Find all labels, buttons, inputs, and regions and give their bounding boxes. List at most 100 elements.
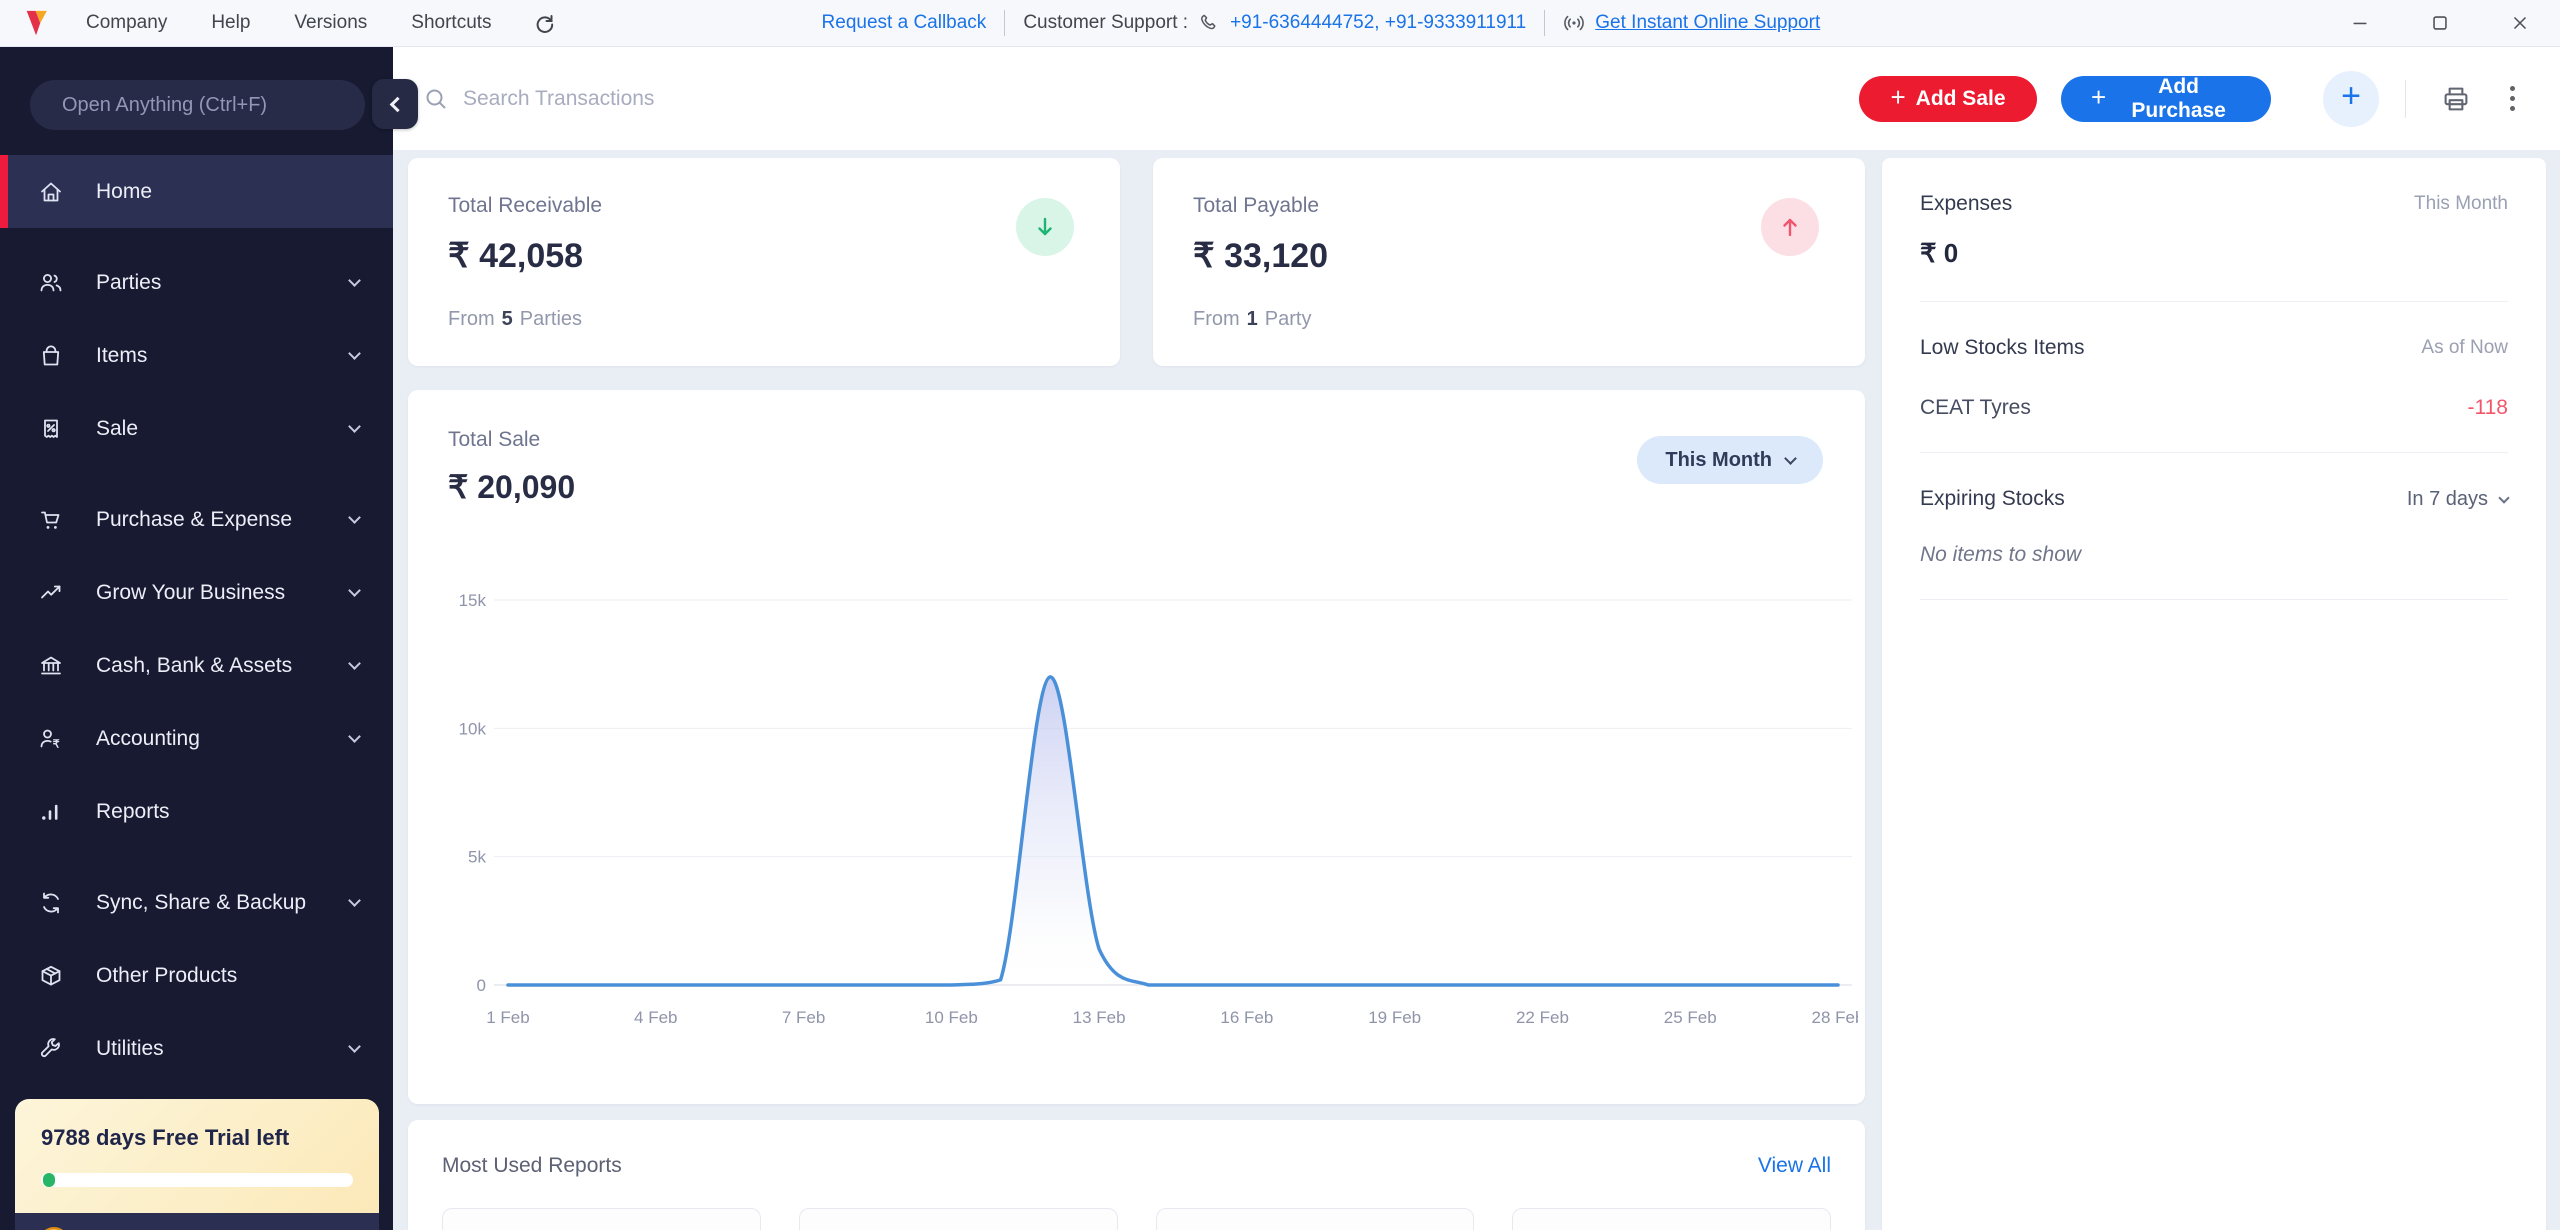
add-purchase-label: Add Purchase [2131,74,2226,122]
refresh-button[interactable] [532,11,556,35]
low-stock-title: Low Stocks Items [1920,336,2085,359]
total-receivable-card[interactable]: Total Receivable ₹ 42,058 From 5 Parties [408,158,1120,366]
menu-versions[interactable]: Versions [294,12,367,34]
maximize-button[interactable] [2400,0,2480,46]
expiring-stock-title: Expiring Stocks [1920,487,2065,510]
svg-text:1 Feb: 1 Feb [486,1008,529,1027]
maximize-icon [2433,16,2447,30]
report-card-placeholder[interactable] [442,1208,761,1230]
menu-help[interactable]: Help [211,12,250,34]
arrow-up-icon [1783,218,1797,237]
close-icon [2513,16,2527,30]
sale-receipt-icon [38,416,64,442]
menu-company[interactable]: Company [86,12,167,34]
expenses-title: Expenses [1920,192,2013,215]
minimize-icon [2353,22,2367,25]
payable-title: Total Payable [1193,194,1320,217]
period-dropdown[interactable]: This Month [1637,436,1823,484]
sidebar-item-accounting[interactable]: ₹ Accounting [0,702,393,775]
expiring-period-dropdown[interactable]: In 7 days [2407,488,2510,511]
minimize-button[interactable] [2320,0,2400,46]
period-label: This Month [1665,448,1772,471]
add-purchase-button[interactable]: + Add Purchase [2061,74,2271,122]
close-button[interactable] [2480,0,2560,46]
svg-text:25 Feb: 25 Feb [1664,1008,1717,1027]
sidebar: Home Parties Items Sale [0,47,418,1230]
low-stock-item-qty: -118 [2467,396,2508,419]
svg-text:10 Feb: 10 Feb [925,1008,978,1027]
right-panel: Expenses This Month ₹ 0 Low Stocks Items… [1882,158,2546,1230]
total-sale-title: Total Sale [448,428,541,451]
more-options-button[interactable] [2492,86,2532,111]
view-all-link[interactable]: View All [1758,1154,1831,1178]
sidebar-item-reports[interactable]: Reports [0,775,393,848]
sidebar-item-utilities[interactable]: Utilities [0,1012,393,1085]
chevron-down-icon [348,1040,361,1053]
report-card-placeholder[interactable] [798,1208,1118,1230]
low-stock-item-name: CEAT Tyres [1920,396,2031,419]
printer-icon [2444,87,2468,110]
sidebar-item-parties[interactable]: Parties [0,246,393,319]
sidebar-item-sync-share-backup[interactable]: Sync, Share & Backup [0,866,393,939]
collapse-sidebar-button[interactable] [372,79,418,129]
arrow-down-icon [1038,217,1052,236]
sync-icon [38,890,64,916]
print-button[interactable] [2434,77,2478,121]
svg-text:₹: ₹ [53,738,60,750]
svg-text:15k: 15k [459,591,487,610]
online-support-link[interactable]: Get Instant Online Support [1595,12,1820,34]
refresh-icon [536,15,553,33]
sidebar-item-sale[interactable]: Sale [0,392,393,465]
sidebar-item-label: Utilities [96,1036,164,1060]
trial-cta-button[interactable]: ₹ Get Money Back [15,1213,379,1230]
report-card-placeholder[interactable] [1512,1208,1831,1230]
quick-add-button[interactable]: + [2323,70,2379,127]
chevron-down-icon [348,511,361,524]
sidebar-item-label: Accounting [96,726,200,750]
accounting-icon: ₹ [38,726,64,752]
trending-up-icon [38,580,64,606]
expenses-amount: ₹ 0 [1920,238,1959,268]
open-anything-search [30,80,365,130]
sidebar-item-other-products[interactable]: Other Products [0,939,393,1012]
sidebar-item-home[interactable]: Home [0,155,393,228]
low-stock-item-row[interactable]: CEAT Tyres -118 [1920,396,2508,420]
svg-text:10k: 10k [459,719,487,738]
svg-text:19 Feb: 19 Feb [1368,1008,1421,1027]
plus-icon: + [2341,77,2361,115]
sidebar-item-label: Parties [96,270,162,294]
add-sale-button[interactable]: + Add Sale [1859,75,2037,122]
sidebar-item-items[interactable]: Items [0,319,393,392]
divider [1004,10,1006,36]
search-transactions-input[interactable] [463,86,983,111]
chevron-left-icon [389,96,405,112]
svg-text:22 Feb: 22 Feb [1516,1008,1569,1027]
reports-chart-icon [38,799,64,825]
dashboard-left-column: Total Receivable ₹ 42,058 From 5 Parties [408,158,1865,1230]
support-cluster: Request a Callback Customer Support : +9… [822,10,1820,36]
sidebar-item-label: Sync, Share & Backup [96,890,307,914]
sidebar-item-grow-your-business[interactable]: Grow Your Business [0,556,393,629]
search-icon [426,89,446,109]
total-payable-card[interactable]: Total Payable ₹ 33,120 From 1 Party [1153,158,1865,366]
box-icon [38,963,64,989]
receivable-subtitle: From 5 Parties [448,308,583,330]
divider [1544,10,1546,36]
total-sale-card: Total Sale ₹ 20,090 This Month 0 5k 10k … [408,390,1865,1104]
open-anything-input[interactable] [30,80,365,130]
wrench-icon [38,1036,64,1062]
expiring-stock-section: Expiring Stocks In 7 days No items to sh… [1920,453,2510,600]
report-card-placeholder[interactable] [1155,1208,1475,1230]
toolbar-actions: + Add Sale + Add Purchase + [1859,70,2532,127]
payable-arrow-badge [1761,198,1819,256]
sale-trend-chart: 0 5k 10k 15k 1 Feb 4 Feb 7 Feb 10 Feb 13 Feb 16 F… [438,570,1865,1045]
svg-text:7 Feb: 7 Feb [782,1008,825,1027]
support-phone-numbers[interactable]: +91-6364444752, +91-9333911911 [1230,12,1526,34]
trial-progress-fill [43,1173,56,1187]
sidebar-item-cash-bank-assets[interactable]: Cash, Bank & Assets [0,629,393,702]
phone-icon [1201,14,1216,30]
request-callback-link[interactable]: Request a Callback [822,12,987,34]
add-sale-label: Add Sale [1915,86,2006,110]
sidebar-item-purchase-expense[interactable]: Purchase & Expense [0,483,393,556]
menu-shortcuts[interactable]: Shortcuts [411,12,491,34]
